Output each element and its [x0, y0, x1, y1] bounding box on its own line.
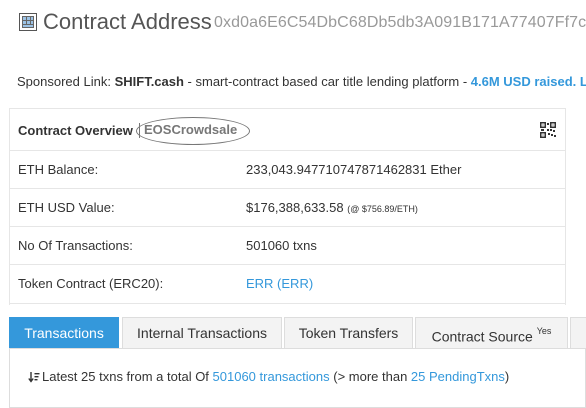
tab-token-transfers[interactable]: Token Transfers	[284, 317, 413, 348]
sponsor-description: - smart-contract based car title lending…	[183, 74, 471, 89]
sponsor-name-link[interactable]: SHIFT.cash	[115, 74, 184, 89]
contract-icon	[19, 13, 37, 31]
tab-contract-source[interactable]: Contract Source Yes	[415, 317, 568, 348]
summary-prefix: Latest 25 txns from a total Of	[42, 369, 213, 384]
transactions-panel: Latest 25 txns from a total Of 501060 tr…	[9, 348, 586, 408]
sponsor-highlight-link[interactable]: 4.6M USD raised. L	[471, 74, 586, 89]
overview-header: Contract Overview EOSCrowdsale	[10, 109, 565, 151]
sponsored-link-bar: Sponsored Link: SHIFT.cash - smart-contr…	[17, 74, 586, 89]
summary-suffix: )	[504, 369, 510, 384]
contract-name-tag: EOSCrowdsale	[144, 122, 238, 137]
transactions-count-value: 501060 txns	[246, 238, 317, 253]
eth-usd-value: $176,388,633.58 (@ $756.89/ETH)	[246, 200, 418, 215]
overview-title: Contract Overview	[18, 123, 133, 138]
tab-transactions[interactable]: Transactions	[9, 317, 119, 348]
eth-usd-value-row: ETH USD Value: $176,388,633.58 (@ $756.8…	[10, 189, 565, 227]
transactions-count-row: No Of Transactions: 501060 txns	[10, 227, 565, 265]
tab-internal-transactions[interactable]: Internal Transactions	[122, 317, 282, 348]
sort-icon	[28, 372, 40, 383]
contract-address: 0xd0a6E6C54DbC68Db5db3A091B171A77407Ff7c…	[214, 14, 586, 31]
usd-amount: $176,388,633.58	[246, 200, 344, 215]
tab-more[interactable]	[570, 317, 586, 348]
token-contract-link[interactable]: ERR (ERR)	[246, 276, 313, 291]
row-label: ETH USD Value:	[18, 200, 115, 215]
row-label: ETH Balance:	[18, 162, 99, 177]
page-header: Contract Address 0xd0a6E6C54DbC68Db5db3A…	[0, 0, 586, 48]
row-label: Token Contract (ERC20):	[18, 276, 164, 291]
eth-price-note: (@ $756.89/ETH)	[347, 204, 418, 214]
page-title: Contract Address	[43, 9, 212, 34]
contract-overview-table: Contract Overview EOSCrowdsale ETH Balan…	[9, 108, 566, 305]
token-contract-row: Token Contract (ERC20): ERR (ERR)	[10, 265, 565, 304]
tab-bar: Transactions Internal Transactions Token…	[9, 317, 586, 349]
eth-balance-row: ETH Balance: 233,043.947710747871462831 …	[10, 151, 565, 189]
total-transactions-link[interactable]: 501060 transactions	[213, 369, 330, 384]
transactions-summary: Latest 25 txns from a total Of 501060 tr…	[28, 369, 509, 384]
tab-contract-source-label: Contract Source	[431, 328, 533, 345]
row-label: No Of Transactions:	[18, 238, 133, 253]
summary-middle: (> more than	[329, 369, 411, 384]
tag-divider	[139, 123, 140, 138]
qr-code-icon[interactable]	[540, 122, 556, 138]
verified-badge: Yes	[536, 326, 552, 336]
sponsored-label: Sponsored Link:	[17, 74, 111, 89]
eth-balance-value: 233,043.947710747871462831 Ether	[246, 162, 462, 177]
pending-txns-link[interactable]: 25 PendingTxns	[411, 369, 505, 384]
